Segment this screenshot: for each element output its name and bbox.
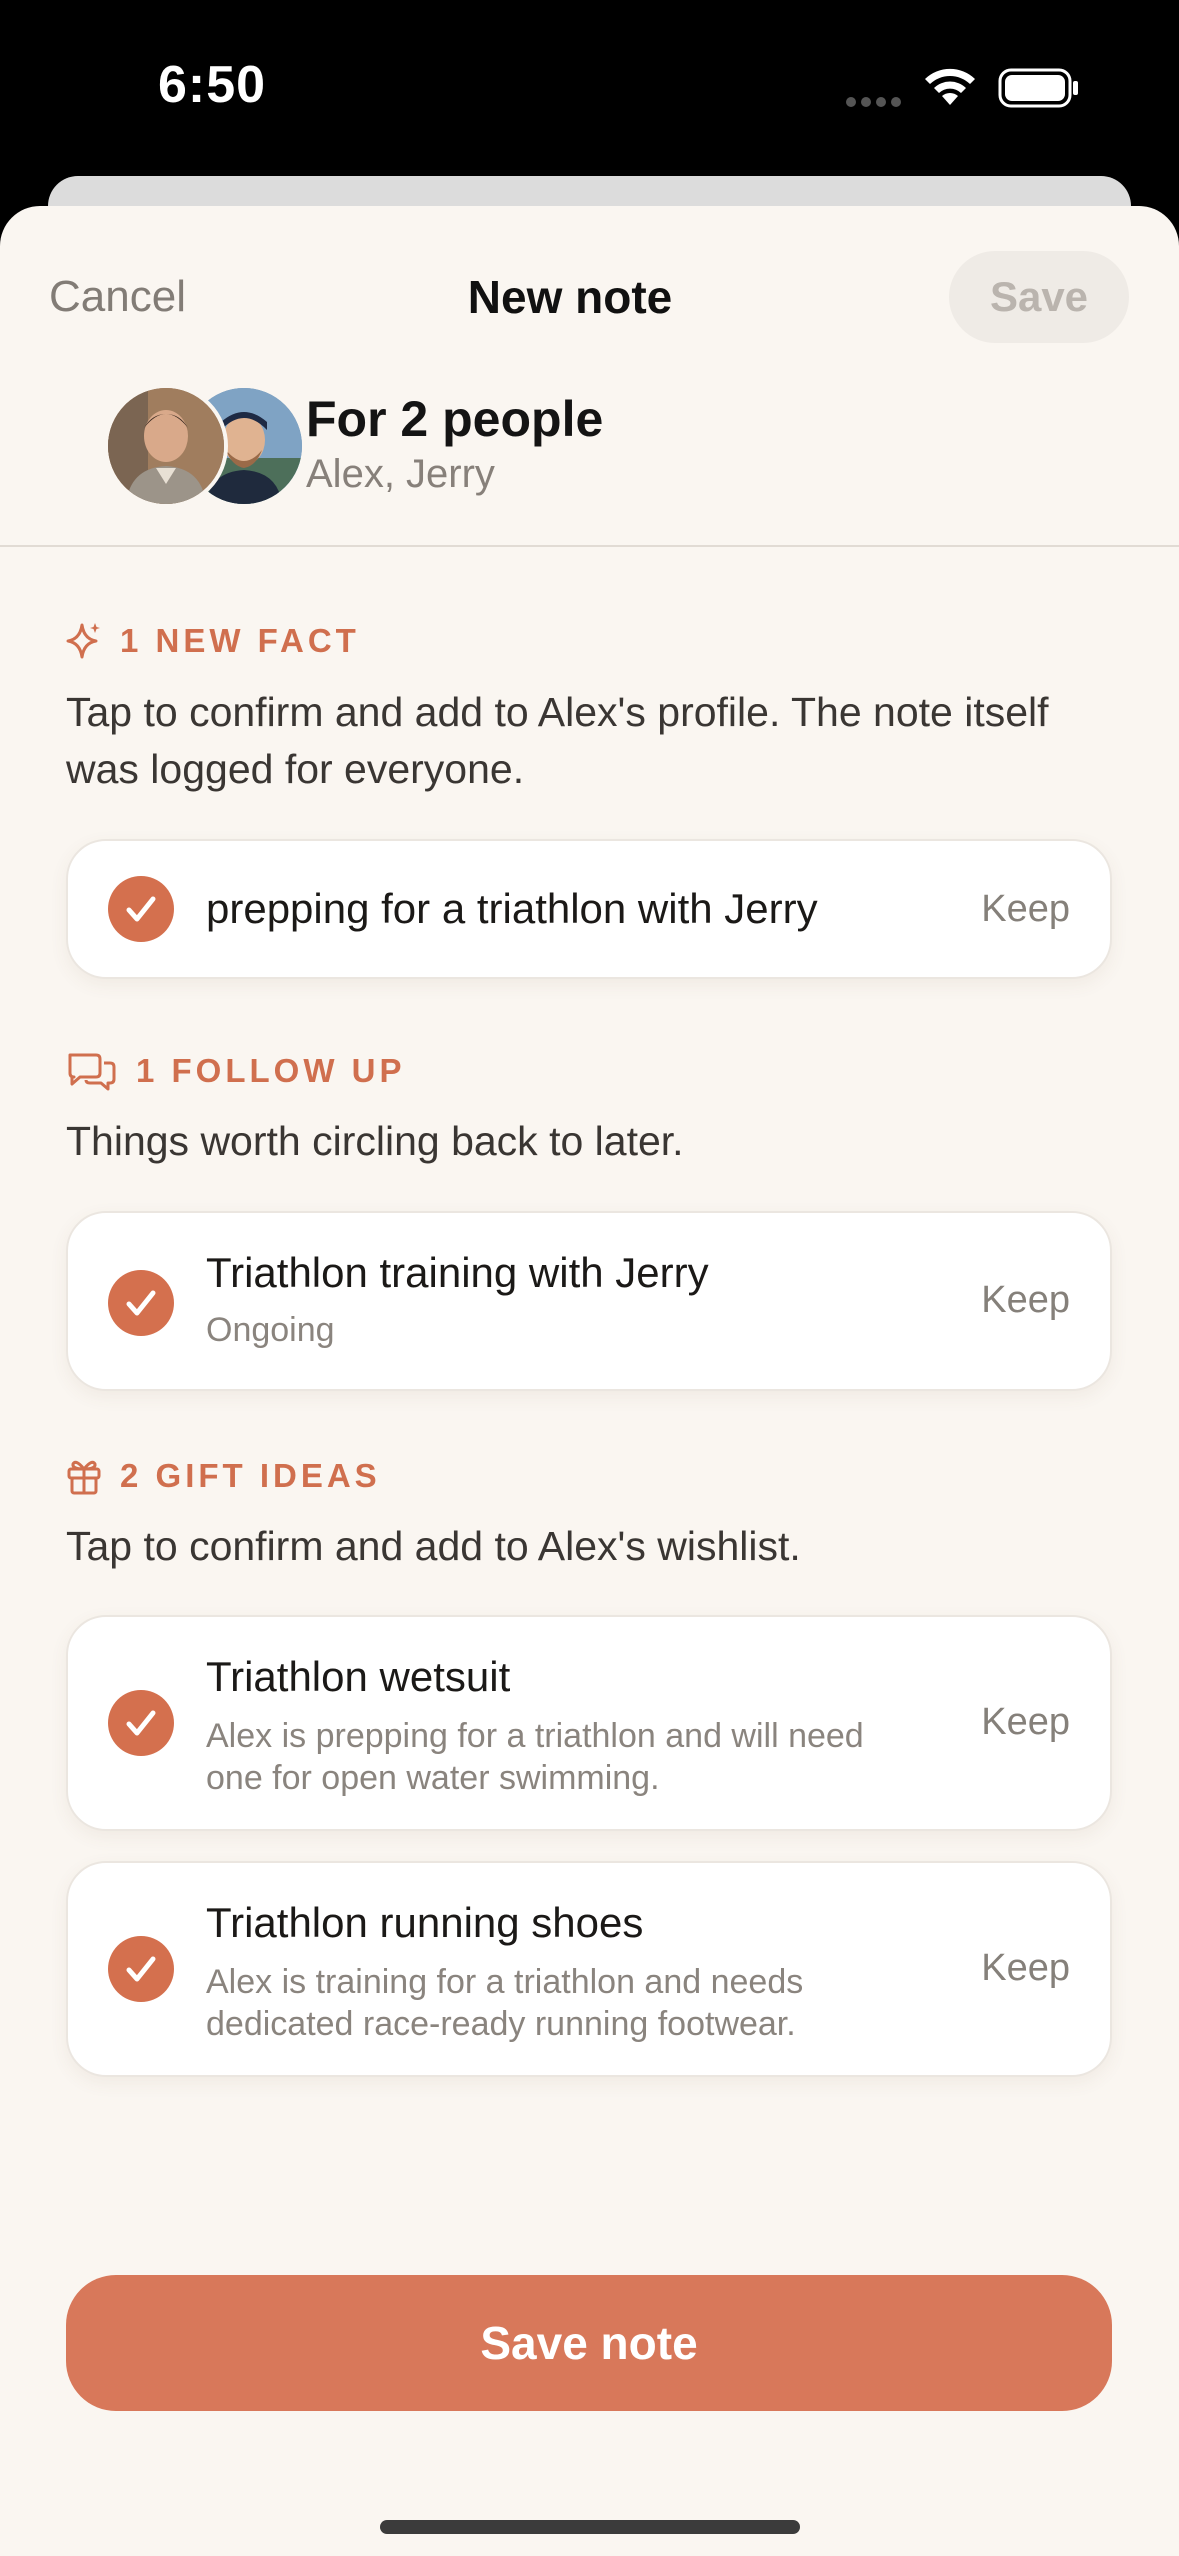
battery-icon	[998, 68, 1078, 108]
gift-description: Alex is prepping for a triathlon and wil…	[206, 1717, 864, 1797]
fact-card[interactable]: prepping for a triathlon with Jerry Keep	[66, 839, 1112, 979]
section-header-new-fact: 1 NEW FACT	[66, 621, 360, 661]
save-button[interactable]: Save	[949, 251, 1129, 343]
keep-button[interactable]: Keep	[981, 888, 1070, 931]
gift-title: Triathlon wetsuit	[206, 1653, 511, 1700]
gift-card[interactable]: Triathlon running shoes Alex is training…	[66, 1861, 1112, 2077]
keep-button[interactable]: Keep	[981, 1279, 1070, 1322]
keep-button[interactable]: Keep	[981, 1701, 1070, 1744]
gift-card[interactable]: Triathlon wetsuit Alex is prepping for a…	[66, 1615, 1112, 1831]
section-header-label: 1 NEW FACT	[120, 622, 360, 659]
wifi-icon	[925, 68, 975, 105]
home-indicator[interactable]	[380, 2520, 800, 2534]
section-description: Tap to confirm and add to Alex's wishlis…	[66, 1523, 801, 1569]
new-note-sheet: Cancel New note Save For 2 people Alex, …	[0, 206, 1179, 2556]
cellular-signal-icon	[846, 97, 901, 107]
section-description: Things worth circling back to later.	[66, 1118, 684, 1164]
keep-button[interactable]: Keep	[981, 1947, 1070, 1990]
avatar-alex	[104, 384, 228, 508]
section-header-follow-up: 1 FOLLOW UP	[66, 1051, 406, 1091]
follow-up-card[interactable]: Triathlon training with Jerry Ongoing Ke…	[66, 1211, 1112, 1391]
save-note-button[interactable]: Save note	[66, 2275, 1112, 2411]
gift-icon	[67, 1460, 101, 1495]
follow-up-title: Triathlon training with Jerry	[206, 1249, 709, 1296]
recipients-names: Alex, Jerry	[306, 452, 495, 496]
gift-description: Alex is training for a triathlon and nee…	[206, 1963, 804, 2043]
checkmark-icon[interactable]	[108, 1936, 174, 2002]
checkmark-icon[interactable]	[108, 1690, 174, 1756]
checkmark-icon[interactable]	[108, 1270, 174, 1336]
status-time: 6:50	[158, 56, 267, 114]
chat-bubbles-icon	[68, 1053, 116, 1091]
section-header-gift-ideas: 2 GIFT IDEAS	[66, 1456, 381, 1496]
section-header-label: 1 FOLLOW UP	[136, 1052, 406, 1089]
section-description: Tap to confirm and add to Alex's profile…	[66, 689, 1049, 792]
fact-title: prepping for a triathlon with Jerry	[206, 885, 818, 932]
follow-up-status: Ongoing	[206, 1311, 335, 1349]
checkmark-icon[interactable]	[108, 876, 174, 942]
status-bar: 6:50	[0, 0, 1179, 180]
sparkle-icon	[66, 623, 100, 659]
gift-title: Triathlon running shoes	[206, 1899, 644, 1946]
divider	[0, 545, 1179, 547]
recipients-title: For 2 people	[306, 391, 604, 447]
section-header-label: 2 GIFT IDEAS	[120, 1457, 381, 1494]
